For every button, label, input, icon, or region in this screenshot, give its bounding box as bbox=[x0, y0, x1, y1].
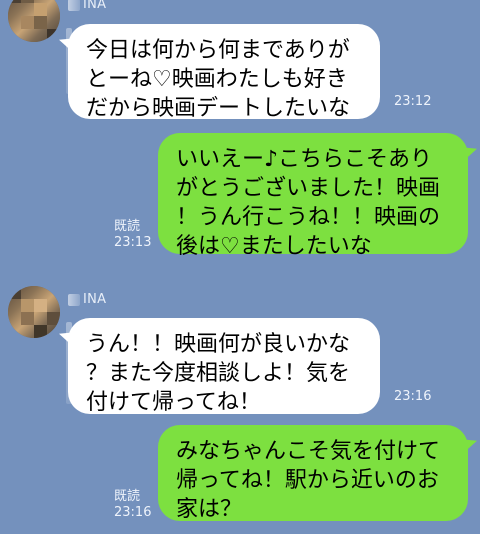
incoming-message-bubble-3[interactable]: うん！！映画何が良いかな ？また今度相談しよ！気を 付けて帰ってね！ bbox=[68, 318, 380, 415]
chat-thread[interactable]: INA 今日は何から何までありが とーね♡映画わたしも好き だから映画デートした… bbox=[0, 0, 480, 534]
outgoing-message-bubble-2[interactable]: いいえー♪こちらこそあり がとうございました！映画 ！うん行こうね！！映画の 後… bbox=[158, 133, 468, 259]
timestamp-4: 23:16 bbox=[114, 505, 152, 520]
sender-name-text: INA bbox=[83, 292, 107, 307]
sender-name-blur bbox=[68, 293, 80, 306]
read-label: 既読 bbox=[114, 489, 141, 504]
read-receipt-2: 既読 23:13 bbox=[114, 219, 151, 251]
outgoing-message-bubble-4[interactable]: みなちゃんこそ気を付けて 帰ってね！駅から近いのお 家は？ bbox=[158, 425, 468, 522]
incoming-message-bubble-1[interactable]: 今日は何から何までありが とーね♡映画わたしも好き だから映画デートしたいな bbox=[68, 24, 380, 121]
sender-name-text: INA bbox=[83, 0, 107, 12]
sender-name-2: INA bbox=[68, 292, 106, 307]
sender-name-blur bbox=[68, 0, 80, 11]
read-label: 既読 bbox=[114, 219, 141, 234]
avatar-ina-2[interactable] bbox=[8, 286, 60, 338]
timestamp-2: 23:13 bbox=[114, 235, 152, 250]
timestamp-1: 23:12 bbox=[394, 94, 432, 109]
sender-name-1: INA bbox=[68, 0, 106, 12]
timestamp-3: 23:16 bbox=[394, 389, 432, 404]
read-receipt-4: 既読 23:16 bbox=[114, 489, 151, 521]
avatar-ina-1[interactable] bbox=[8, 0, 60, 42]
